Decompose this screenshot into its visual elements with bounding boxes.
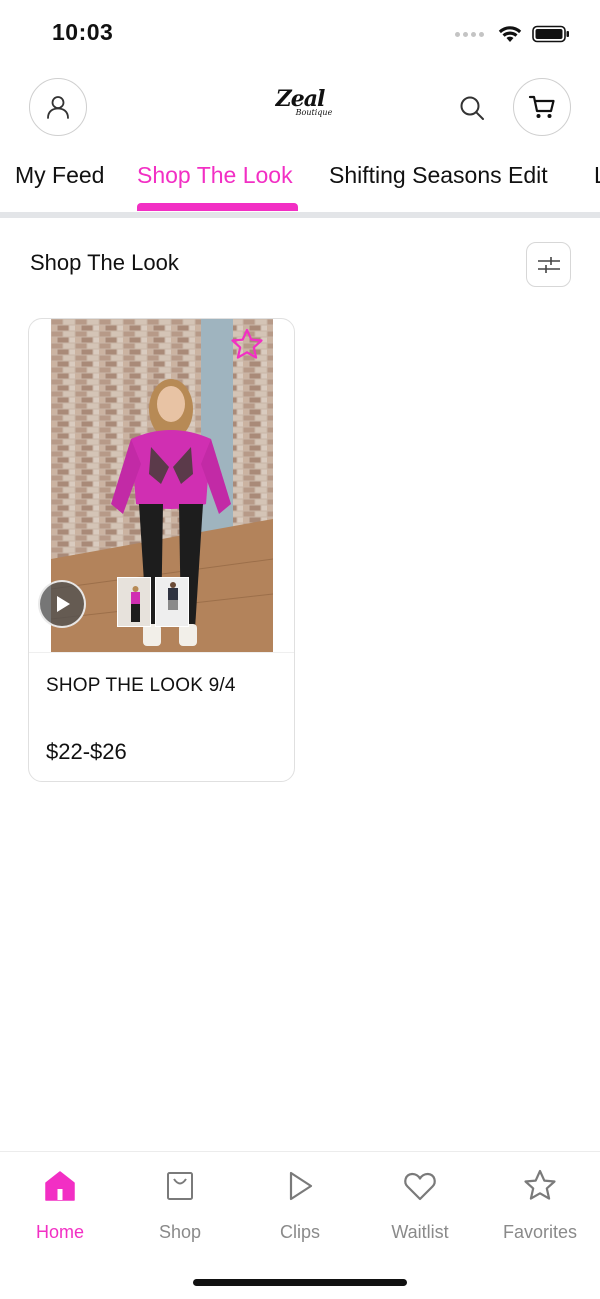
home-indicator <box>193 1279 407 1286</box>
search-button[interactable] <box>454 90 490 126</box>
status-bar: 10:03 <box>0 0 600 66</box>
shopping-bag-icon <box>167 1172 193 1200</box>
thumbnail-strip[interactable] <box>117 577 189 627</box>
nav-clips-label: Clips <box>279 1222 320 1242</box>
wifi-icon <box>498 26 522 42</box>
play-video-button[interactable] <box>38 580 86 628</box>
search-icon <box>460 96 484 120</box>
nav-favorites-label: Favorites <box>502 1222 578 1242</box>
logo-wordmark: Zeal <box>275 86 326 112</box>
status-icons <box>455 22 570 46</box>
home-icon <box>45 1171 75 1201</box>
play-outline-icon <box>289 1171 313 1201</box>
play-icon <box>57 596 70 612</box>
nav-home[interactable]: Home <box>0 1168 120 1243</box>
cart-button[interactable] <box>513 78 571 136</box>
card-divider <box>29 652 294 653</box>
brand-logo[interactable]: Zeal Boutique <box>250 88 350 128</box>
product-title: SHOP THE LOOK 9/4 <box>46 675 236 696</box>
thumbnail[interactable] <box>117 577 151 627</box>
active-tab-indicator <box>137 203 298 211</box>
app-header: Zeal Boutique <box>0 78 600 138</box>
tab-my-feed[interactable]: My Feed <box>15 162 104 189</box>
nav-shop[interactable]: Shop <box>120 1168 240 1243</box>
thumbnail[interactable] <box>155 577 189 627</box>
sliders-icon <box>537 256 560 273</box>
nav-favorites[interactable]: Favorites <box>480 1168 600 1243</box>
product-price: $22-$26 <box>46 739 127 764</box>
nav-waitlist-label: Waitlist <box>391 1222 449 1242</box>
tab-next-partial[interactable]: L <box>594 162 600 189</box>
star-outline-icon <box>524 1169 556 1200</box>
bottom-navigation: Home Shop Clips Waitlist Favorites <box>0 1151 600 1299</box>
profile-button[interactable] <box>29 78 87 136</box>
cart-icon <box>528 95 555 118</box>
nav-waitlist[interactable]: Waitlist <box>360 1168 480 1243</box>
nav-clips[interactable]: Clips <box>240 1168 360 1243</box>
signal-icon <box>455 31 484 37</box>
profile-icon <box>47 96 69 119</box>
nav-home-label: Home <box>35 1222 84 1242</box>
status-time: 10:03 <box>52 19 114 45</box>
favorite-star-icon[interactable] <box>229 327 265 363</box>
heart-icon <box>404 1172 436 1201</box>
tab-shifting-seasons-edit[interactable]: Shifting Seasons Edit <box>329 162 548 189</box>
nav-shop-label: Shop <box>158 1222 202 1242</box>
product-card[interactable]: SHOP THE LOOK 9/4 $22-$26 <box>28 318 295 782</box>
filter-button[interactable] <box>526 242 571 287</box>
tabs-divider <box>0 212 600 218</box>
tab-shop-the-look[interactable]: Shop The Look <box>137 162 293 189</box>
battery-icon <box>532 25 569 43</box>
category-tabs: My Feed Shop The Look Shifting Seasons E… <box>0 158 600 216</box>
section-title: Shop The Look <box>30 250 179 275</box>
